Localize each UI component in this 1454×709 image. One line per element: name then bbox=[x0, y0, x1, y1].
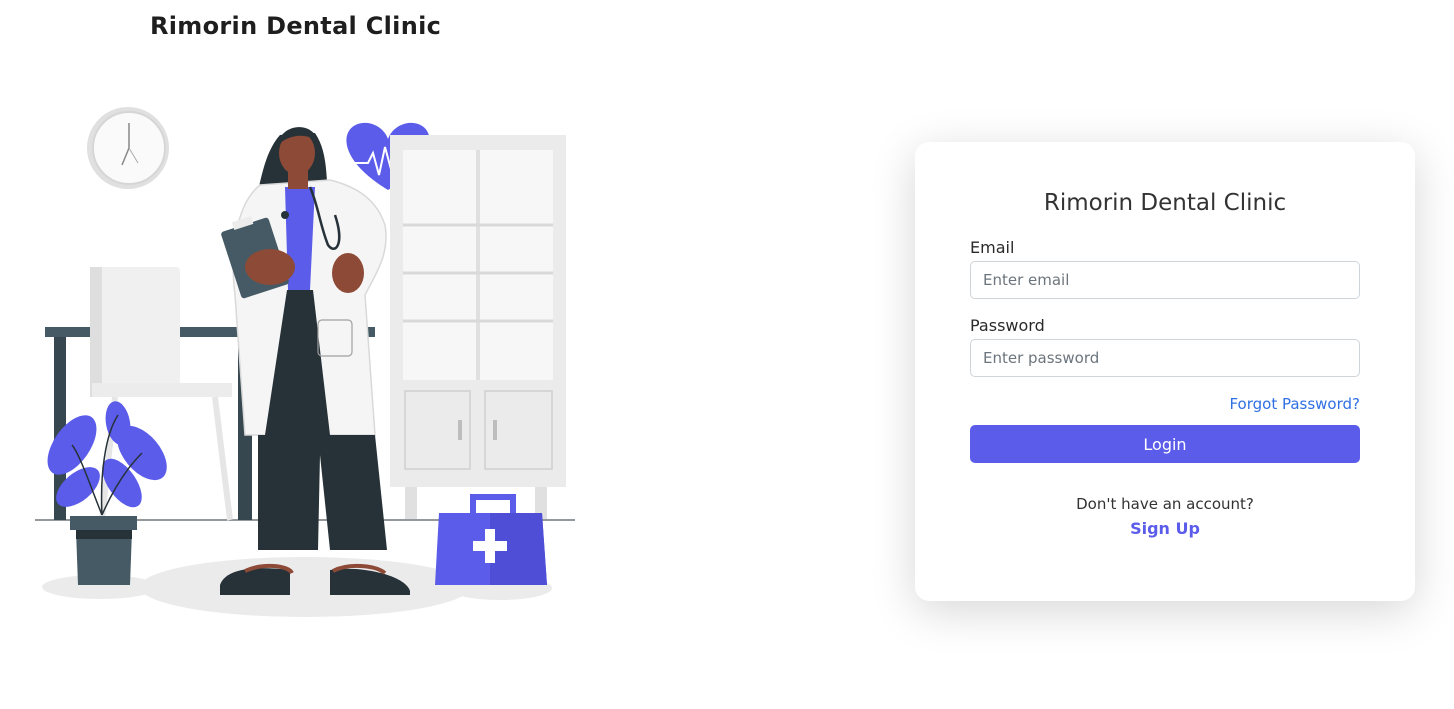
password-label: Password bbox=[970, 316, 1045, 335]
cabinet bbox=[390, 135, 566, 519]
doctor-illustration bbox=[35, 107, 575, 617]
email-label: Email bbox=[970, 238, 1015, 257]
doctor-figure bbox=[220, 127, 410, 595]
no-account-text: Don't have an account? bbox=[1076, 495, 1254, 513]
login-card-title: Rimorin Dental Clinic bbox=[1043, 190, 1287, 216]
email-input[interactable] bbox=[970, 261, 1360, 299]
floor-shadow bbox=[140, 557, 470, 617]
forgot-password-link[interactable]: Forgot Password? bbox=[1229, 395, 1360, 413]
brand-title: Rimorin Dental Clinic bbox=[150, 12, 442, 40]
login-page: Rimorin Dental Clinic Rimorin Dental Cli… bbox=[0, 0, 1454, 709]
password-input[interactable] bbox=[970, 339, 1360, 377]
login-card: Rimorin Dental Clinic Email Password For… bbox=[915, 142, 1415, 601]
clock-icon bbox=[87, 107, 169, 189]
login-button[interactable]: Login bbox=[970, 425, 1360, 463]
medical-kit-icon bbox=[435, 494, 547, 585]
signup-link[interactable]: Sign Up bbox=[915, 519, 1415, 538]
